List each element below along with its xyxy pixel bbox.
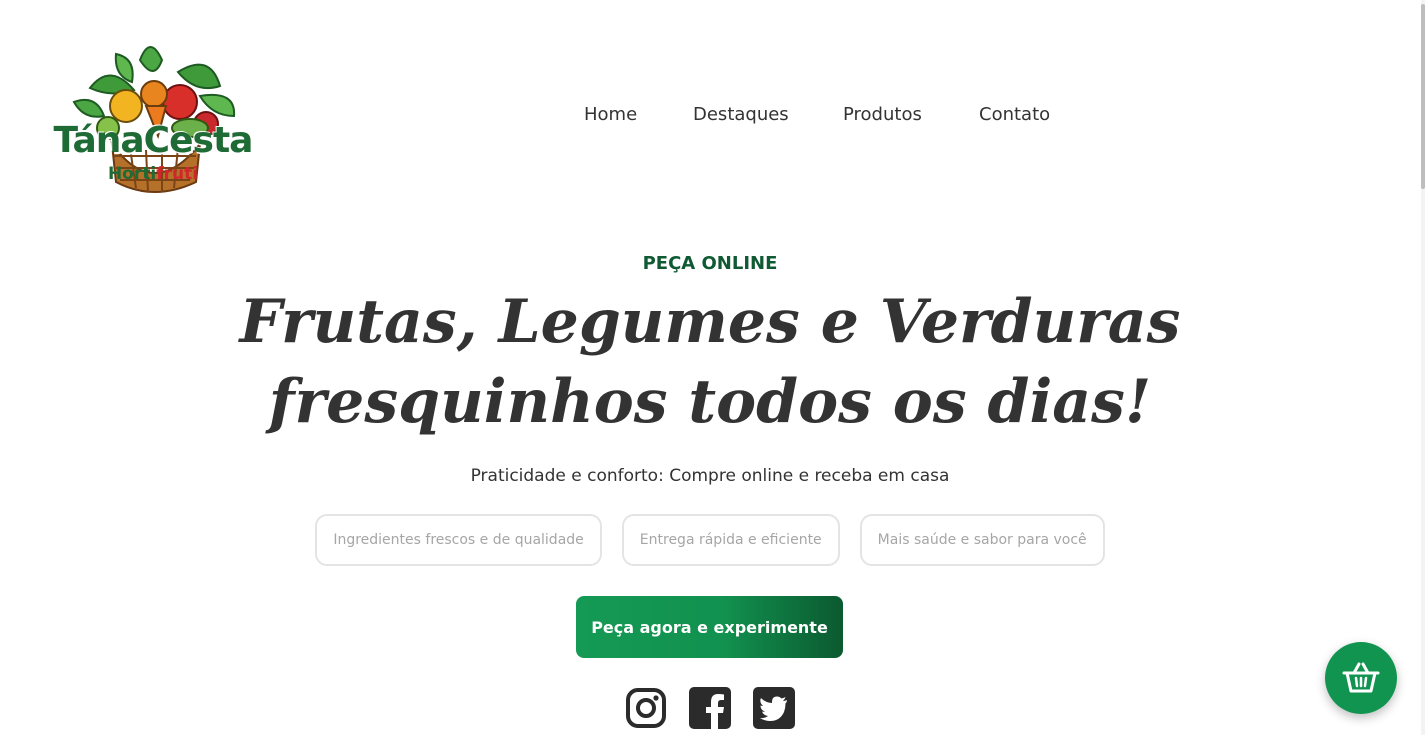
social-links [625,687,795,729]
hero-headline-line2: fresquinhos todos os dias! [268,367,1152,437]
logo-wordmark: TánaCesta [53,120,254,161]
logo-subtitle: Hortifruti [50,164,256,184]
nav-produtos[interactable]: Produtos [843,104,922,125]
page-scrollbar[interactable] [1421,0,1425,735]
feature-chips: Ingredientes frescos e de qualidade Entr… [0,514,1420,566]
chip-fresh-ingredients: Ingredientes frescos e de qualidade [315,514,602,566]
hero-headline: Frutas, Legumes e Verduras fresquinhos t… [0,282,1420,442]
site-logo[interactable]: TánaCesta Hortifruti [50,32,256,200]
basket-icon [1342,662,1380,693]
instagram-icon[interactable] [625,687,667,729]
nav-home[interactable]: Home [584,104,637,125]
scrollbar-thumb[interactable] [1421,4,1425,189]
twitter-icon[interactable] [753,687,795,729]
hero-kicker: PEÇA ONLINE [642,253,778,274]
chip-health-flavor: Mais saúde e sabor para você [859,514,1105,566]
facebook-icon[interactable] [689,687,731,729]
order-now-button[interactable]: Peça agora e experimente [576,596,843,658]
hero-lead: Praticidade e conforto: Compre online e … [470,466,950,486]
hero-headline-line1: Frutas, Legumes e Verduras [239,287,1181,357]
logo-subtitle-part2: fruti [156,164,199,184]
nav-contato[interactable]: Contato [979,104,1050,125]
chip-fast-delivery: Entrega rápida e eficiente [621,514,840,566]
cart-button[interactable] [1325,642,1397,714]
nav-destaques[interactable]: Destaques [693,104,789,125]
logo-subtitle-part1: Horti [107,164,157,184]
